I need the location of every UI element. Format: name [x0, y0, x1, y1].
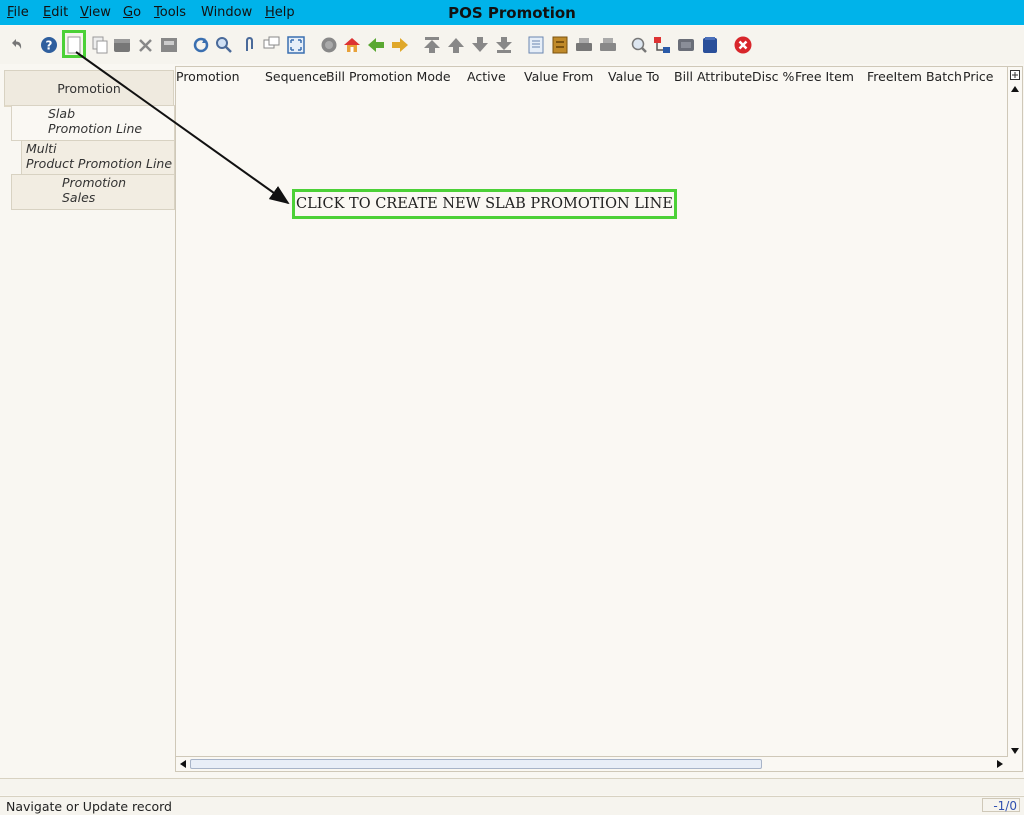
- column-header[interactable]: Bill Attribute: [674, 69, 752, 84]
- grid-toggle-icon[interactable]: [287, 36, 305, 54]
- window-title: POS Promotion: [448, 4, 576, 22]
- tab-slab-promotion-line[interactable]: Slab Promotion Line: [11, 105, 175, 141]
- save-icon[interactable]: [160, 36, 178, 54]
- detail-record-icon[interactable]: [391, 36, 409, 54]
- column-header[interactable]: Price: [963, 69, 994, 84]
- undo-icon[interactable]: [7, 36, 25, 54]
- history-icon[interactable]: [320, 36, 338, 54]
- print-preview-icon[interactable]: [575, 36, 593, 54]
- svg-text:?: ?: [46, 39, 53, 53]
- tab-panel: Promotion Slab Promotion Line Multi Produc…: [0, 66, 176, 778]
- last-record-icon[interactable]: [495, 36, 513, 54]
- new-record-highlight: [62, 30, 86, 58]
- menu-bar: File Edit View Go Tools Window Help POS …: [0, 0, 1024, 25]
- archive-icon[interactable]: [551, 36, 569, 54]
- chat-icon[interactable]: [263, 36, 281, 54]
- record-count[interactable]: -1/0: [982, 798, 1020, 813]
- horizontal-scroll-thumb[interactable]: [190, 759, 762, 769]
- tab-promotion-sales[interactable]: Promotion Sales: [11, 174, 175, 210]
- tab-promotion[interactable]: Promotion: [4, 70, 174, 107]
- zoom-across-icon[interactable]: [630, 36, 648, 54]
- previous-record-icon[interactable]: [447, 36, 465, 54]
- horizontal-scrollbar[interactable]: [176, 756, 1008, 771]
- print-icon[interactable]: [599, 36, 617, 54]
- column-header[interactable]: Bill Promotion Mode: [326, 69, 451, 84]
- column-header[interactable]: Free Item: [795, 69, 854, 84]
- scroll-right-icon[interactable]: [994, 758, 1006, 770]
- scroll-up-icon[interactable]: [1009, 83, 1021, 95]
- parent-record-icon[interactable]: [367, 36, 385, 54]
- column-header[interactable]: Value From: [524, 69, 593, 84]
- scroll-left-icon[interactable]: [177, 758, 189, 770]
- column-control-icon[interactable]: [1009, 69, 1021, 81]
- toolbar: ?: [0, 26, 1024, 64]
- vertical-scrollbar[interactable]: [1007, 67, 1022, 771]
- column-header[interactable]: Disc %: [752, 69, 794, 84]
- column-header[interactable]: Promotion: [176, 69, 240, 84]
- column-header[interactable]: Active: [467, 69, 506, 84]
- next-record-icon[interactable]: [471, 36, 489, 54]
- report-icon[interactable]: [527, 36, 545, 54]
- home-icon[interactable]: [343, 36, 361, 54]
- copy-record-icon[interactable]: [91, 36, 109, 54]
- info-bar: [0, 778, 1024, 795]
- first-record-icon[interactable]: [423, 36, 441, 54]
- instruction-callout: CLICK TO CREATE NEW SLAB PROMOTION LINE: [292, 189, 677, 219]
- product-info-icon[interactable]: [677, 36, 695, 54]
- end-icon[interactable]: [734, 36, 752, 54]
- status-bar: Navigate or Update record -1/0: [0, 796, 1024, 815]
- delete-icon[interactable]: [113, 36, 131, 54]
- tab-multi-product-promotion-line[interactable]: Multi Product Promotion Line: [21, 140, 175, 176]
- attachment-icon[interactable]: [240, 36, 258, 54]
- refresh-icon[interactable]: [192, 36, 210, 54]
- close-window-icon[interactable]: [701, 36, 719, 54]
- column-header[interactable]: Value To: [608, 69, 659, 84]
- column-header[interactable]: FreeItem Batch: [867, 69, 962, 84]
- column-header[interactable]: Sequence: [265, 69, 327, 84]
- workflow-icon[interactable]: [653, 36, 671, 54]
- delete-selection-icon[interactable]: [137, 36, 155, 54]
- find-icon[interactable]: [215, 36, 233, 54]
- record-grid: Promotion Sequence Bill Promotion Mode A…: [175, 66, 1023, 772]
- status-message: Navigate or Update record: [6, 799, 172, 814]
- help-icon[interactable]: ?: [40, 36, 58, 54]
- scroll-down-icon[interactable]: [1009, 745, 1021, 757]
